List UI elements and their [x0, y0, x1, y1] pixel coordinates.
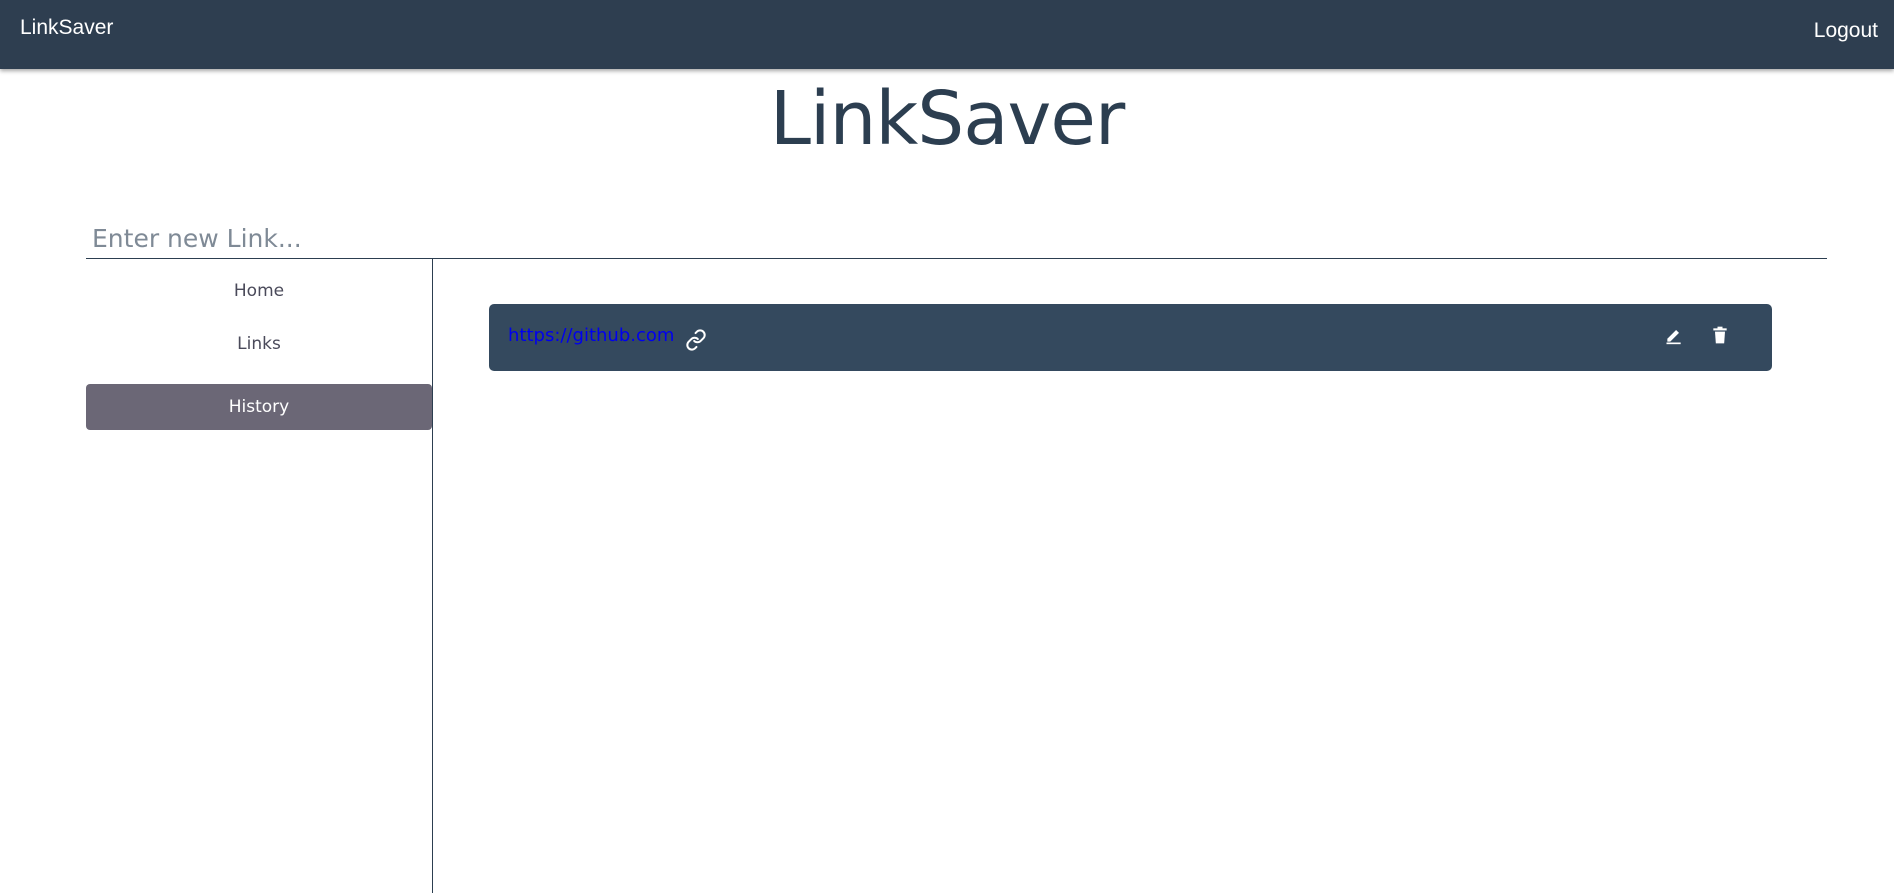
page-title: LinkSaver [769, 76, 1126, 162]
edit-icon[interactable] [1664, 325, 1684, 345]
sidebar: Home Links History [86, 259, 433, 893]
brand-logo[interactable]: LinkSaver [20, 16, 113, 40]
link-icon[interactable] [685, 329, 707, 351]
sidebar-item-home[interactable]: Home [86, 268, 432, 314]
link-card: https://github.com [489, 304, 1772, 371]
new-link-input[interactable] [86, 218, 1827, 259]
top-navbar: LinkSaver Logout [0, 0, 1894, 69]
sidebar-item-links[interactable]: Links [86, 321, 432, 367]
link-url[interactable]: https://github.com [508, 325, 674, 346]
sidebar-item-history[interactable]: History [86, 384, 432, 430]
delete-icon[interactable] [1710, 325, 1730, 345]
logout-button[interactable]: Logout [1814, 19, 1878, 43]
